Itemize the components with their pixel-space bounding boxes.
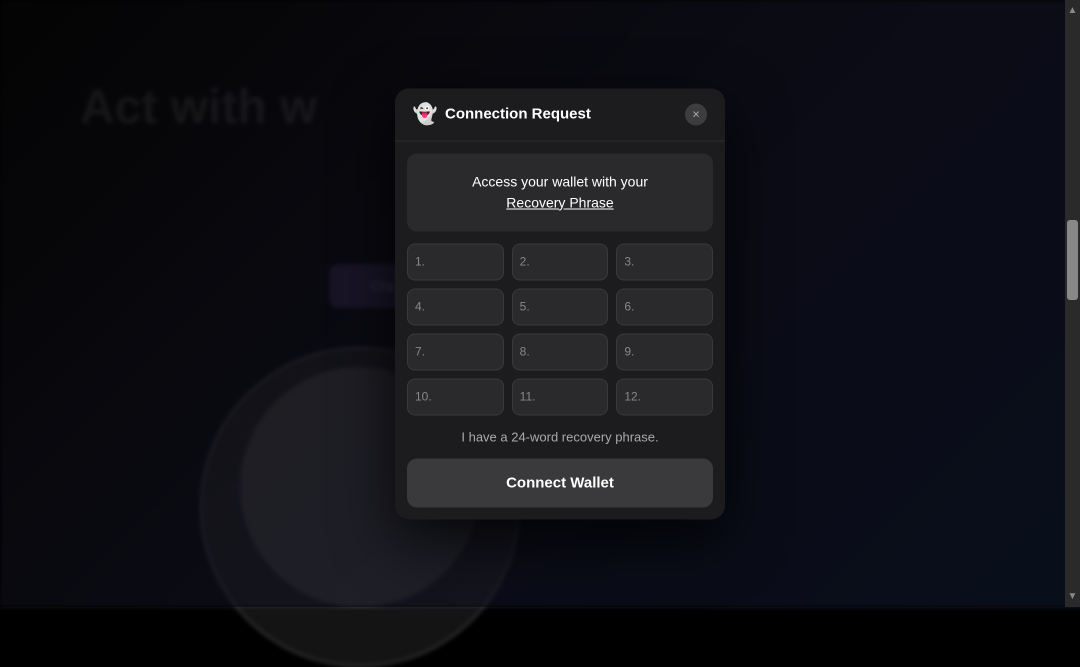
scrollbar[interactable]: ▲ ▼ bbox=[1065, 0, 1080, 607]
modal-header-left: 👻 Connection Request bbox=[413, 102, 591, 126]
modal-body: Access your wallet with your Recovery Ph… bbox=[395, 153, 725, 507]
modal-container: 👻 Connection Request × Access your walle… bbox=[395, 88, 725, 519]
twenty-four-word-link[interactable]: I have a 24-word recovery phrase. bbox=[395, 415, 725, 458]
twenty-four-word-anchor[interactable]: I have a 24-word recovery phrase. bbox=[461, 429, 658, 444]
phrase-input-5[interactable] bbox=[512, 288, 609, 325]
phrase-input-2[interactable] bbox=[512, 243, 609, 280]
phrase-input-7[interactable] bbox=[407, 333, 504, 370]
phrase-word-11: 11. bbox=[512, 378, 609, 415]
phrase-word-5: 5. bbox=[512, 288, 609, 325]
phrase-word-1: 1. bbox=[407, 243, 504, 280]
recovery-phrase-text: Access your wallet with your Recovery Ph… bbox=[423, 171, 697, 213]
scroll-arrow-up-icon[interactable]: ▲ bbox=[1066, 5, 1079, 16]
phrase-input-9[interactable] bbox=[616, 333, 713, 370]
ghost-icon: 👻 bbox=[413, 102, 437, 126]
connect-wallet-button[interactable]: Connect Wallet bbox=[407, 458, 713, 507]
phrase-word-2: 2. bbox=[512, 243, 609, 280]
modal-header: 👻 Connection Request × bbox=[395, 88, 725, 141]
scrollbar-thumb[interactable] bbox=[1067, 220, 1078, 300]
recovery-phrase-header: Access your wallet with your Recovery Ph… bbox=[407, 153, 713, 231]
phrase-input-11[interactable] bbox=[512, 378, 609, 415]
phrase-word-7: 7. bbox=[407, 333, 504, 370]
phrase-input-1[interactable] bbox=[407, 243, 504, 280]
connection-request-modal: 👻 Connection Request × Access your walle… bbox=[395, 88, 725, 519]
phrase-word-4: 4. bbox=[407, 288, 504, 325]
phrase-input-3[interactable] bbox=[616, 243, 713, 280]
phrase-input-12[interactable] bbox=[616, 378, 713, 415]
phrase-word-12: 12. bbox=[616, 378, 713, 415]
phrase-input-10[interactable] bbox=[407, 378, 504, 415]
phrase-word-8: 8. bbox=[512, 333, 609, 370]
phrase-word-9: 9. bbox=[616, 333, 713, 370]
phrase-input-grid: 1. 2. 3. 4. 5. bbox=[395, 243, 725, 415]
phrase-input-8[interactable] bbox=[512, 333, 609, 370]
phrase-input-4[interactable] bbox=[407, 288, 504, 325]
scroll-arrow-down-icon[interactable]: ▼ bbox=[1066, 591, 1079, 602]
phrase-word-6: 6. bbox=[616, 288, 713, 325]
phrase-word-3: 3. bbox=[616, 243, 713, 280]
close-button[interactable]: × bbox=[685, 103, 707, 125]
phrase-input-6[interactable] bbox=[616, 288, 713, 325]
phrase-word-10: 10. bbox=[407, 378, 504, 415]
modal-title: Connection Request bbox=[445, 106, 591, 123]
